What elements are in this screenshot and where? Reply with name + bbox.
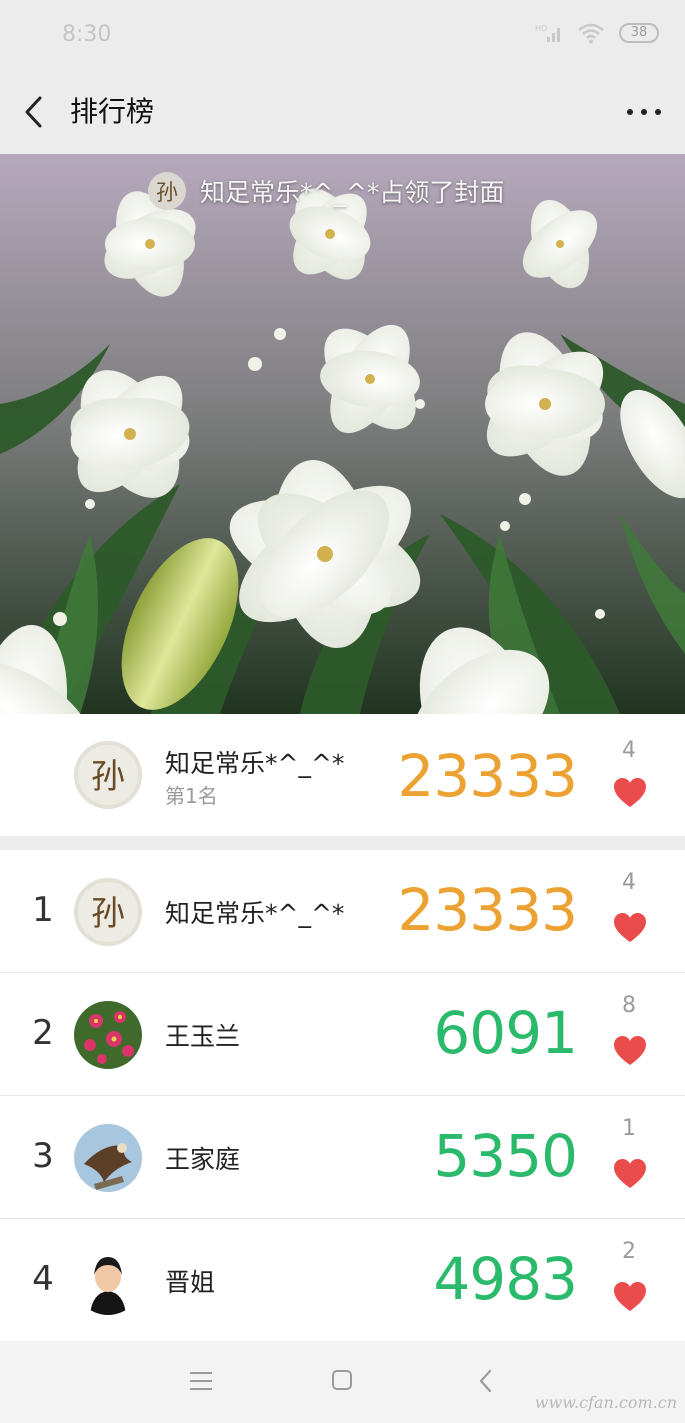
- ranking-row[interactable]: 1 孙 知足常乐*^_^* 23333 4: [0, 850, 685, 973]
- rank-number: 1: [32, 890, 54, 930]
- like-count: 2: [622, 1239, 636, 1264]
- status-icons: HD 38: [535, 22, 659, 44]
- wifi-icon: [578, 23, 604, 44]
- svg-text:HD: HD: [535, 24, 547, 33]
- like-count: 4: [622, 870, 636, 895]
- user-name: 知足常乐*^_^*: [165, 899, 345, 928]
- heart-icon[interactable]: [613, 1035, 647, 1067]
- system-navigation-bar: www.cfan.com.cn: [0, 1341, 685, 1423]
- page-title: 排行榜: [70, 95, 155, 128]
- menu-icon[interactable]: [188, 1369, 214, 1393]
- system-back-icon[interactable]: [476, 1367, 496, 1395]
- home-icon[interactable]: [330, 1368, 354, 1392]
- ranking-row[interactable]: 4 晋姐 4983 2: [0, 1219, 685, 1342]
- avatar[interactable]: [74, 1124, 142, 1192]
- heart-icon[interactable]: [613, 777, 647, 809]
- status-bar: 8:30 HD 38: [0, 0, 685, 72]
- watermark: www.cfan.com.cn: [534, 1393, 677, 1412]
- battery-icon: 38: [619, 23, 659, 43]
- step-count: 23333: [397, 742, 578, 810]
- status-time: 8:30: [62, 22, 112, 47]
- lily-flowers-illustration: [0, 154, 685, 714]
- ranking-row[interactable]: 2 王玉兰 6091 8: [0, 973, 685, 1096]
- step-count: 5350: [433, 1122, 578, 1190]
- like-count: 8: [622, 993, 636, 1018]
- rank-number: 3: [32, 1136, 54, 1176]
- signal-icon: HD: [535, 24, 560, 42]
- avatar-character: 孙: [91, 894, 125, 934]
- more-options-icon[interactable]: [621, 94, 667, 130]
- avatar[interactable]: 孙: [74, 878, 142, 946]
- cover-image[interactable]: 孙 知足常乐*^_^*占领了封面: [0, 154, 685, 714]
- user-name: 知足常乐*^_^*: [165, 749, 345, 778]
- cover-caption: 孙 知足常乐*^_^*占领了封面: [148, 172, 504, 210]
- step-count: 23333: [397, 876, 578, 944]
- avatar[interactable]: [74, 1247, 142, 1315]
- avatar-character: 孙: [91, 757, 125, 797]
- back-icon[interactable]: [20, 94, 48, 130]
- step-count: 4983: [433, 1245, 578, 1313]
- ranking-row[interactable]: 3 王家庭 5350 1: [0, 1096, 685, 1219]
- like-count: 4: [622, 738, 636, 763]
- heart-icon[interactable]: [613, 912, 647, 944]
- rank-label: 第1名: [165, 784, 218, 808]
- my-rank-card[interactable]: 孙 知足常乐*^_^* 第1名 23333 4: [0, 714, 685, 836]
- user-name: 晋姐: [165, 1268, 216, 1297]
- avatar[interactable]: [74, 1001, 142, 1069]
- like-count: 1: [622, 1116, 636, 1141]
- avatar[interactable]: 孙: [74, 741, 142, 809]
- cover-caption-text: 知足常乐*^_^*占领了封面: [200, 178, 505, 207]
- user-name: 王玉兰: [165, 1022, 241, 1051]
- step-count: 6091: [433, 999, 578, 1067]
- heart-icon[interactable]: [613, 1281, 647, 1313]
- heart-icon[interactable]: [613, 1158, 647, 1190]
- user-name: 王家庭: [165, 1145, 241, 1174]
- rank-number: 4: [32, 1259, 54, 1299]
- section-divider: [0, 836, 685, 850]
- cover-avatar: 孙: [148, 172, 186, 210]
- ranking-list: 1 孙 知足常乐*^_^* 23333 4 2 王玉兰 6091 8 3 王家庭…: [0, 850, 685, 1342]
- nav-bar: 排行榜: [0, 72, 685, 154]
- rank-number: 2: [32, 1013, 54, 1053]
